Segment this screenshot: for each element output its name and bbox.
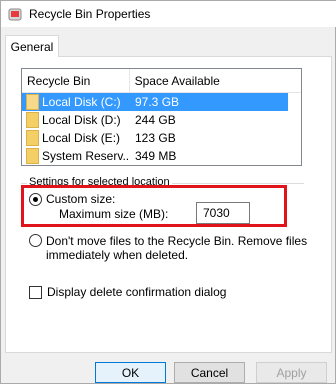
drive-folder-icon — [26, 130, 39, 146]
apply-button[interactable]: Apply — [256, 362, 327, 383]
drive-folder-icon — [26, 112, 39, 128]
space-available: 123 GB — [135, 131, 176, 145]
recycle-bin-icon — [8, 8, 22, 21]
space-available: 244 GB — [135, 113, 176, 127]
drive-folder-icon — [26, 148, 39, 164]
dont-move-label: Don't move files to the Recycle Bin. Rem… — [46, 234, 308, 262]
location-name: Local Disk (E:) — [42, 131, 121, 145]
list-item[interactable]: Local Disk (E:) 123 GB — [22, 129, 301, 147]
column-header-space[interactable]: Space Available — [130, 69, 301, 93]
space-available: 349 MB — [135, 149, 177, 163]
cancel-button[interactable]: Cancel — [174, 362, 245, 383]
max-size-input[interactable] — [196, 202, 250, 224]
list-item[interactable]: Local Disk (D:) 244 GB — [22, 111, 301, 129]
dont-move-radio[interactable] — [29, 234, 42, 247]
recycle-bin-properties-window: Recycle Bin Properties General Recycle B… — [0, 0, 336, 384]
list-header: Recycle Bin Location Space Available — [22, 69, 301, 112]
location-name: System Reserv... — [42, 149, 130, 163]
list-item[interactable]: Local Disk (C:) 97.3 GB — [22, 93, 301, 111]
location-name: Local Disk (D:) — [42, 113, 121, 127]
confirm-checkbox[interactable] — [29, 285, 42, 299]
confirm-label: Display delete confirmation dialog — [47, 285, 227, 299]
custom-size-label: Custom size: — [46, 192, 116, 206]
list-item[interactable]: System Reserv... 349 MB — [22, 147, 301, 165]
tab-general[interactable]: General — [5, 35, 59, 57]
custom-size-radio[interactable] — [29, 192, 42, 206]
column-header-location[interactable]: Recycle Bin Location — [22, 69, 130, 112]
drive-folder-icon — [26, 94, 39, 110]
location-list[interactable]: Recycle Bin Location Space Available Loc… — [21, 68, 302, 166]
custom-size-option[interactable]: Custom size: — [29, 192, 115, 206]
location-name: Local Disk (C:) — [42, 95, 121, 109]
window-title: Recycle Bin Properties — [29, 7, 151, 21]
dont-move-option[interactable]: Don't move files to the Recycle Bin. Rem… — [29, 234, 316, 262]
group-label: Settings for selected location — [27, 176, 172, 188]
title-bar: Recycle Bin Properties — [1, 1, 336, 27]
max-size-label: Maximum size (MB): — [59, 207, 169, 221]
ok-button[interactable]: OK — [95, 362, 166, 383]
confirm-option[interactable]: Display delete confirmation dialog — [29, 285, 226, 299]
space-available: 97.3 GB — [130, 93, 288, 111]
